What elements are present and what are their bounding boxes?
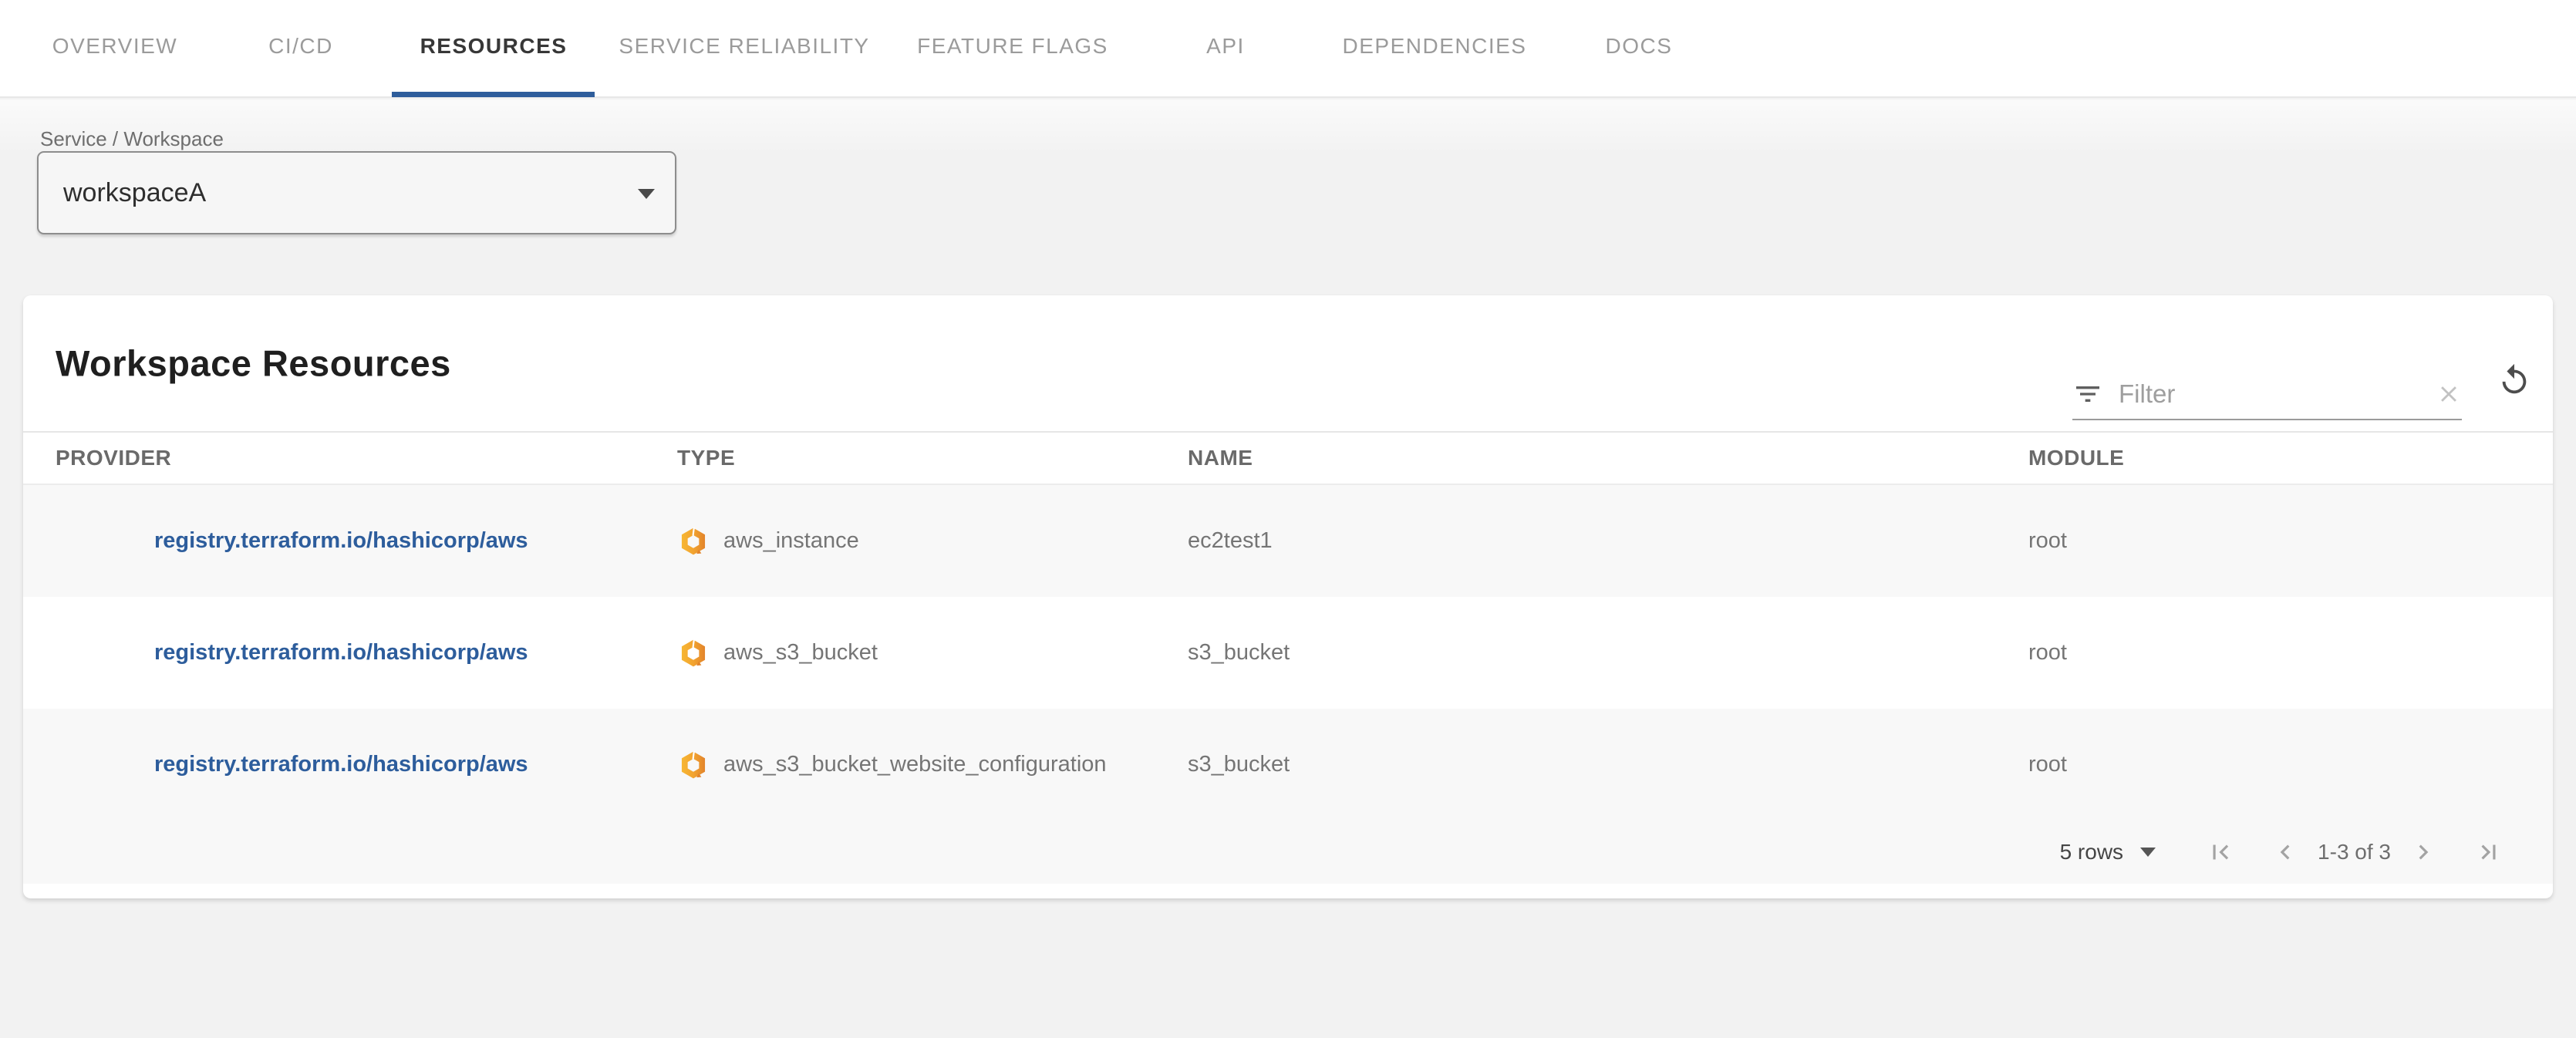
tab-overview[interactable]: OVERVIEW	[52, 34, 177, 59]
tab-service-reliability[interactable]: SERVICE RELIABILITY	[619, 34, 869, 59]
table-header-row: PROVIDER TYPE NAME MODULE	[23, 433, 2553, 485]
terraform-aws-provider-icon	[677, 524, 710, 559]
table-body: registry.terraform.io/hashicorp/aws	[23, 485, 2553, 821]
column-header-provider: PROVIDER	[23, 446, 677, 470]
workspace-select[interactable]: workspaceA	[37, 151, 676, 234]
clear-filter-button[interactable]	[2436, 381, 2462, 407]
module-label: root	[2028, 640, 2067, 666]
tab-api[interactable]: API	[1206, 34, 1245, 59]
column-header-module: MODULE	[2028, 446, 2553, 470]
provider-link[interactable]: registry.terraform.io/hashicorp/aws	[154, 752, 528, 777]
name-label: ec2test1	[1188, 528, 1273, 554]
workspace-resources-card: Workspace Resources PROVIDER	[23, 295, 2553, 898]
refresh-icon	[2497, 362, 2532, 398]
tab-resources[interactable]: RESOURCES	[420, 34, 568, 59]
filter-box	[2072, 369, 2462, 420]
table-row: registry.terraform.io/hashicorp/aws	[23, 597, 2553, 709]
rows-per-page-value: 5 rows	[2060, 840, 2123, 864]
entity-tabs-header: OVERVIEW CI/CD RESOURCES SERVICE RELIABI…	[0, 0, 2576, 98]
tab-cicd[interactable]: CI/CD	[268, 34, 333, 59]
column-header-name: NAME	[1188, 446, 2028, 470]
name-label: s3_bucket	[1188, 640, 1290, 666]
next-page-button[interactable]	[2402, 831, 2445, 874]
workspace-select-label: Service / Workspace	[40, 127, 224, 151]
provider-link[interactable]: registry.terraform.io/hashicorp/aws	[154, 528, 528, 554]
type-label: aws_s3_bucket_website_configuration	[723, 752, 1107, 777]
terraform-aws-provider-icon	[677, 635, 710, 671]
workspace-select-value: workspaceA	[63, 178, 206, 208]
filter-list-icon	[2072, 379, 2103, 409]
module-label: root	[2028, 528, 2067, 554]
table-row: registry.terraform.io/hashicorp/aws	[23, 485, 2553, 597]
table-pagination: 5 rows 1-3 of 3	[23, 821, 2553, 884]
provider-link[interactable]: registry.terraform.io/hashicorp/aws	[154, 640, 528, 666]
type-label: aws_s3_bucket	[723, 640, 878, 666]
first-page-button[interactable]	[2199, 831, 2242, 874]
previous-page-button[interactable]	[2264, 831, 2307, 874]
card-header: Workspace Resources	[23, 295, 2553, 433]
main-content: Service / Workspace workspaceA Workspace…	[0, 99, 2576, 1038]
card-title: Workspace Resources	[56, 342, 451, 385]
last-page-icon	[2473, 837, 2503, 867]
close-icon	[2436, 381, 2462, 407]
name-label: s3_bucket	[1188, 752, 1290, 777]
type-label: aws_instance	[723, 528, 859, 554]
tab-dependencies[interactable]: DEPENDENCIES	[1343, 34, 1527, 59]
module-label: root	[2028, 752, 2067, 777]
tab-docs[interactable]: DOCS	[1606, 34, 1673, 59]
table-row: registry.terraform.io/hashicorp/aws	[23, 709, 2553, 821]
filter-input[interactable]	[2119, 379, 2436, 409]
chevron-down-icon	[638, 189, 655, 199]
pagination-range: 1-3 of 3	[2318, 840, 2391, 864]
active-tab-indicator	[392, 92, 595, 97]
first-page-icon	[2206, 837, 2235, 867]
chevron-down-icon	[2140, 848, 2156, 857]
refresh-button[interactable]	[2490, 356, 2539, 405]
column-header-type: TYPE	[677, 446, 1188, 470]
rows-per-page-select[interactable]: 5 rows	[2060, 840, 2156, 864]
chevron-left-icon	[2271, 837, 2300, 867]
tab-feature-flags[interactable]: FEATURE FLAGS	[917, 34, 1108, 59]
terraform-aws-provider-icon	[677, 747, 710, 783]
last-page-button[interactable]	[2466, 831, 2510, 874]
chevron-right-icon	[2409, 837, 2438, 867]
